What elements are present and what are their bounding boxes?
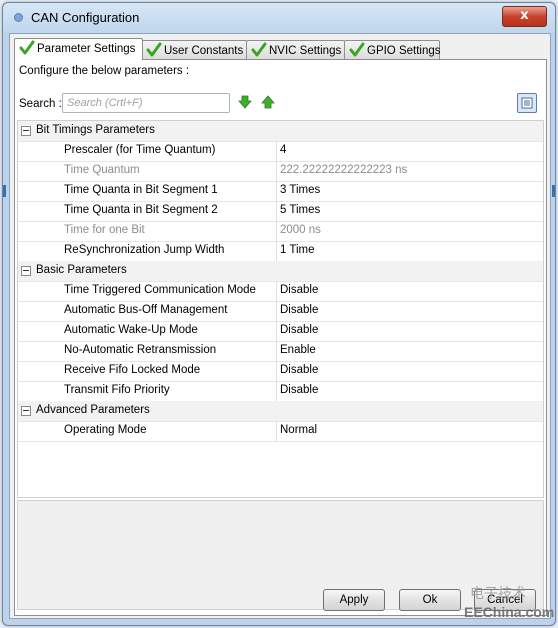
watermark: 电子技术 EEChina.com [452,583,556,625]
property-name: Operating Mode [64,424,147,436]
checkmark-icon [19,40,35,62]
property-row: Time Quantum 222.22222222222223 ns [18,161,543,182]
property-value: 2000 ns [280,224,321,236]
watermark-cn: 电子技术 [470,585,526,601]
window-title: CAN Configuration [31,10,140,25]
title-bar[interactable]: CAN Configuration x [3,3,555,33]
tab-label: User Constants [164,45,244,57]
property-value: 222.22222222222223 ns [280,164,408,176]
property-name: Time Quanta in Bit Segment 2 [64,204,218,216]
property-name: Time Quanta in Bit Segment 1 [64,184,218,196]
arrow-down-icon [238,95,252,109]
property-row[interactable]: Operating Mode Normal [18,421,543,442]
column-divider [276,141,277,161]
property-row[interactable]: Automatic Bus-Off Management Disable [18,301,543,322]
search-input[interactable] [62,93,230,113]
property-value[interactable]: 1 Time [280,244,315,256]
column-divider [276,321,277,341]
property-row[interactable]: Receive Fifo Locked Mode Disable [18,361,543,382]
column-divider [276,341,277,361]
tab-nvic-settings[interactable]: NVIC Settings [246,40,345,59]
property-row[interactable]: Prescaler (for Time Quantum) 4 [18,141,543,162]
collapse-icon[interactable] [21,126,31,136]
property-value[interactable]: Disable [280,284,318,296]
property-value[interactable]: Normal [280,424,317,436]
property-row[interactable]: Transmit Fifo Priority Disable [18,381,543,402]
property-value[interactable]: 5 Times [280,204,320,216]
property-value[interactable]: 4 [280,144,286,156]
column-divider [276,161,277,181]
column-divider [276,421,277,441]
resize-handle-left[interactable] [3,185,6,197]
group-header[interactable]: Bit Timings Parameters [18,121,543,142]
list-view-icon [521,97,533,109]
search-next-button[interactable] [238,95,252,109]
property-name: Transmit Fifo Priority [64,384,170,396]
arrow-up-icon [261,95,275,109]
property-value[interactable]: Disable [280,304,318,316]
property-row: Time for one Bit 2000 ns [18,221,543,242]
app-icon [14,13,23,22]
property-name: ReSynchronization Jump Width [64,244,225,256]
column-divider [276,301,277,321]
property-name: Receive Fifo Locked Mode [64,364,201,376]
property-value[interactable]: Disable [280,384,318,396]
property-name: Time for one Bit [64,224,145,236]
property-name: Automatic Bus-Off Management [64,304,228,316]
property-row[interactable]: Automatic Wake-Up Mode Disable [18,321,543,342]
property-name: No-Automatic Retransmission [64,344,217,356]
column-divider [276,221,277,241]
dialog-client-area: Parameter Settings User Constants NVIC S… [9,33,551,619]
search-previous-button[interactable] [261,95,275,109]
property-value[interactable]: Disable [280,364,318,376]
property-name: Time Quantum [64,164,140,176]
column-divider [276,201,277,221]
tab-gpio-settings[interactable]: GPIO Settings [344,40,441,59]
close-button[interactable]: x [502,6,547,27]
column-divider [276,281,277,301]
parameter-settings-panel: Configure the below parameters : Search … [14,59,547,616]
property-name: Time Triggered Communication Mode [64,284,256,296]
property-value[interactable]: Disable [280,324,318,336]
search-label: Search : [19,98,62,110]
property-name: Prescaler (for Time Quantum) [64,144,216,156]
property-row[interactable]: Time Quanta in Bit Segment 1 3 Times [18,181,543,202]
group-header[interactable]: Advanced Parameters [18,401,543,422]
can-configuration-window: CAN Configuration x Parameter Settings U… [2,2,556,626]
group-label: Advanced Parameters [36,404,150,416]
apply-button[interactable]: Apply [323,589,385,611]
column-divider [276,361,277,381]
column-divider [276,181,277,201]
resize-handle-right[interactable] [552,185,555,197]
collapse-icon[interactable] [21,266,31,276]
tab-label: Parameter Settings [37,43,136,55]
property-row[interactable]: Time Quanta in Bit Segment 2 5 Times [18,201,543,222]
collapse-icon[interactable] [21,406,31,416]
property-value[interactable]: 3 Times [280,184,320,196]
tab-label: GPIO Settings [367,45,441,57]
column-divider [276,381,277,401]
group-label: Basic Parameters [36,264,127,276]
tab-label: NVIC Settings [269,45,342,57]
property-row[interactable]: No-Automatic Retransmission Enable [18,341,543,362]
property-name: Automatic Wake-Up Mode [64,324,198,336]
column-divider [276,241,277,261]
parameters-grid: Bit Timings Parameters Prescaler (for Tim… [17,120,544,498]
tab-parameter-settings[interactable]: Parameter Settings [14,38,143,60]
group-header[interactable]: Basic Parameters [18,261,543,282]
property-row[interactable]: Time Triggered Communication Mode Disable [18,281,543,302]
property-value[interactable]: Enable [280,344,316,356]
watermark-en: EEChina.com [464,604,555,620]
configure-instructions: Configure the below parameters : [19,65,190,77]
show-description-button[interactable] [517,93,537,113]
tab-user-constants[interactable]: User Constants [141,40,247,59]
group-label: Bit Timings Parameters [36,124,155,136]
property-row[interactable]: ReSynchronization Jump Width 1 Time [18,241,543,262]
